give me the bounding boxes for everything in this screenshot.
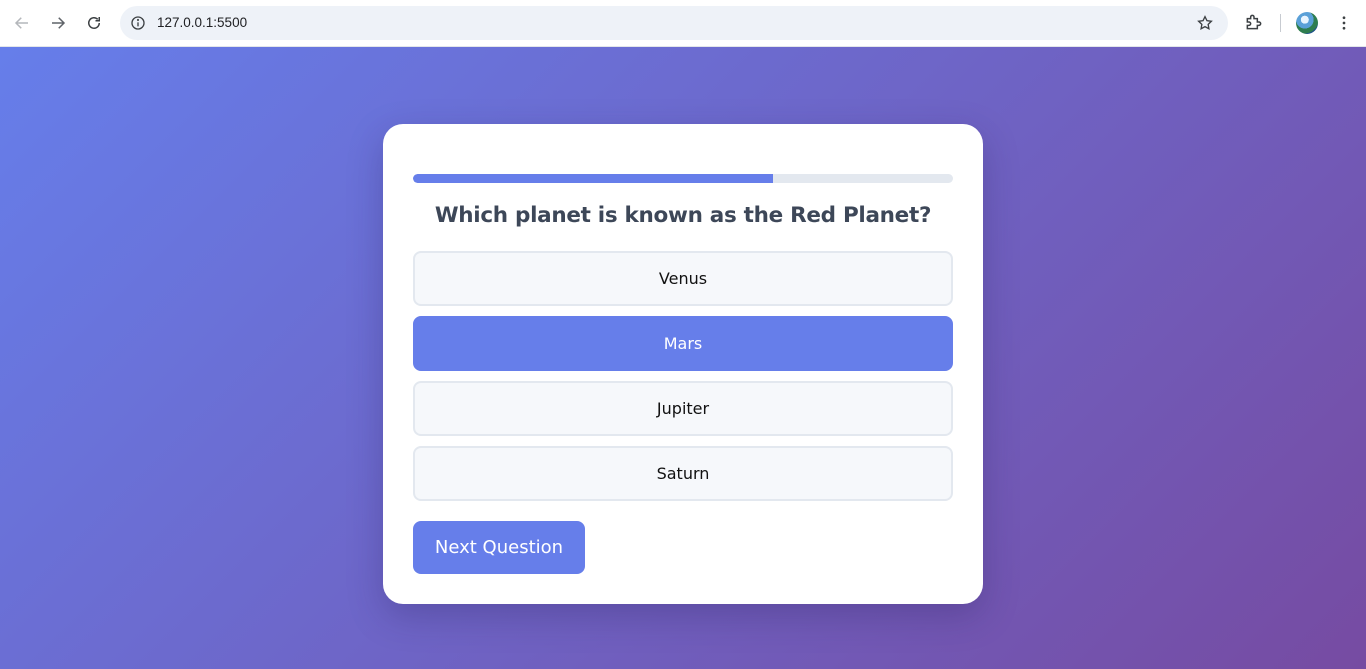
info-icon[interactable] [126,11,150,35]
reload-icon [88,17,100,29]
puzzle-icon[interactable] [1242,10,1266,34]
option-button[interactable]: Saturn [413,446,953,501]
quiz-card: Which planet is known as the Red Planet?… [383,124,983,604]
option-button[interactable]: Venus [413,251,953,306]
progress-fill [413,174,774,183]
toolbar-divider [1280,14,1281,32]
answer-options: Venus Mars Jupiter Saturn [413,251,953,511]
option-button[interactable]: Mars [413,316,953,371]
progress-bar [413,174,953,183]
browser-toolbar: 127.0.0.1:5500 [0,0,1366,47]
question-text: Which planet is known as the Red Planet? [434,203,932,228]
profile-avatar[interactable] [1296,12,1318,34]
more-vert-icon[interactable] [1334,11,1354,35]
forward-button[interactable] [43,8,73,38]
arrow-left-icon [14,17,28,29]
reload-button[interactable] [79,8,109,38]
url-text[interactable]: 127.0.0.1:5500 [157,15,247,30]
back-button[interactable] [7,8,37,38]
star-icon[interactable] [1194,12,1216,34]
option-button[interactable]: Jupiter [413,381,953,436]
next-question-button[interactable]: Next Question [413,521,585,574]
page-background: Which planet is known as the Red Planet?… [0,47,1366,669]
arrow-right-icon [52,17,66,29]
address-bar[interactable]: 127.0.0.1:5500 [120,6,1228,40]
